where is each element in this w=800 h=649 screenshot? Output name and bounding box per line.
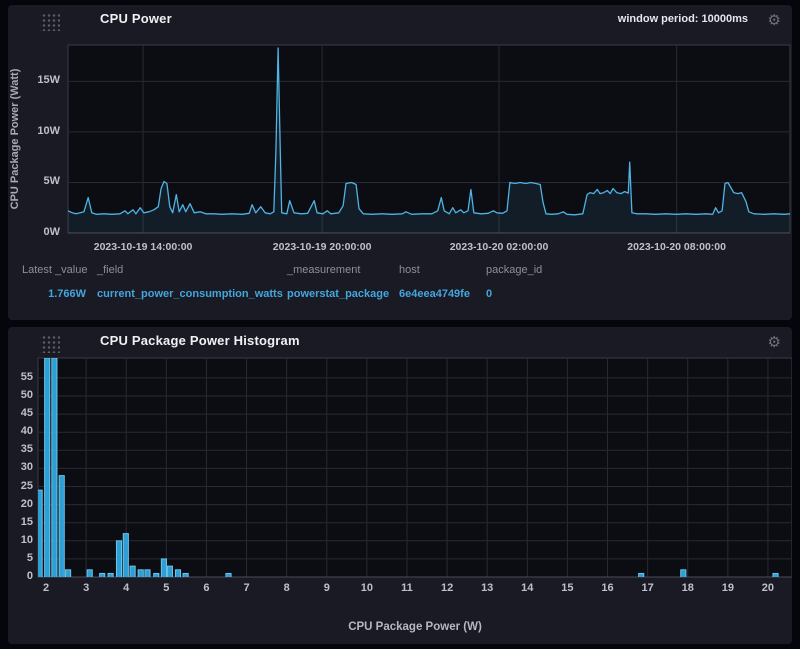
cpu-power-cell: CPU Power window period: 10000ms ⚙ CPU P… [8,5,792,320]
x-tick-label: 15 [561,582,574,594]
y-tick-label: 10 [20,533,33,546]
y-tick-label: 55 [20,370,33,383]
x-tick-label: 2 [42,582,50,594]
legend-column-header: _measurement [287,264,361,276]
x-tick-label: 8 [283,582,290,594]
line-chart-plot-area[interactable] [68,45,790,233]
gear-icon[interactable]: ⚙ [768,10,781,30]
legend-column-header: package_id [486,264,543,276]
x-tick-label: 3 [83,582,90,594]
legend-column-header: _field [97,264,124,276]
x-tick-label: 10 [360,582,373,594]
legend-column-header: host [399,264,420,276]
y-tick-label: 20 [20,497,33,510]
cell-title: CPU Power [100,11,172,26]
y-tick-label: 15W [37,74,60,87]
x-tick-label: 11 [401,582,413,594]
y-tick-label: 0 [26,570,33,582]
cell-drag-handle-icon[interactable] [40,334,60,353]
y-tick-label: 45 [20,407,33,420]
y-axis-title: CPU Package Power (Watt) [9,68,21,210]
x-tick-label: 9 [323,582,330,594]
cell-title: CPU Package Power Histogram [100,333,300,348]
x-tick-label: 5 [163,582,170,594]
x-axis-title: CPU Package Power (W) [348,621,482,633]
x-tick-label: 16 [601,582,614,594]
y-tick-label: 10W [37,124,60,137]
legend-value[interactable]: powerstat_package [287,288,407,300]
x-tick-label: 6 [203,582,210,594]
x-tick-label: 13 [481,582,494,594]
legend-value[interactable]: 0 [486,288,566,300]
legend-column-header: Latest _value [22,264,88,276]
window-period-label: window period: 10000ms [617,13,748,25]
gear-icon[interactable]: ⚙ [768,332,781,352]
y-tick-label: 30 [20,461,33,474]
cell-drag-handle-icon[interactable] [40,12,60,31]
x-tick-label: 14 [521,582,534,594]
x-tick-label: 2023-10-20 02:00:00 [449,241,549,253]
x-tick-label: 17 [641,582,654,594]
x-tick-label: 2023-10-19 14:00:00 [93,241,193,253]
legend-value[interactable]: 1.766W [22,288,86,300]
histogram-plot-area[interactable] [38,358,792,577]
y-tick-label: 5W [43,175,61,188]
x-tick-label: 19 [721,582,734,594]
legend-value[interactable]: 6e4eea4749fe [399,288,489,300]
legend-value[interactable]: current_power_consumption_watts [97,288,297,300]
x-tick-label: 2023-10-19 20:00:00 [272,241,372,253]
histogram-cell: CPU Package Power Histogram ⚙ CPU Packag… [8,327,792,644]
x-tick-label: 7 [243,582,250,594]
y-tick-label: 35 [20,443,33,456]
y-tick-label: 25 [20,479,33,492]
x-tick-label: 18 [681,582,694,594]
x-tick-label: 4 [123,582,130,594]
x-tick-label: 12 [440,582,454,594]
y-tick-label: 5 [26,551,33,564]
x-tick-label: 2023-10-20 08:00:00 [627,241,726,253]
y-tick-label: 0W [43,226,61,238]
y-tick-label: 40 [20,425,33,438]
y-tick-label: 50 [20,389,33,401]
x-tick-label: 20 [761,582,775,594]
y-tick-label: 15 [20,515,33,528]
